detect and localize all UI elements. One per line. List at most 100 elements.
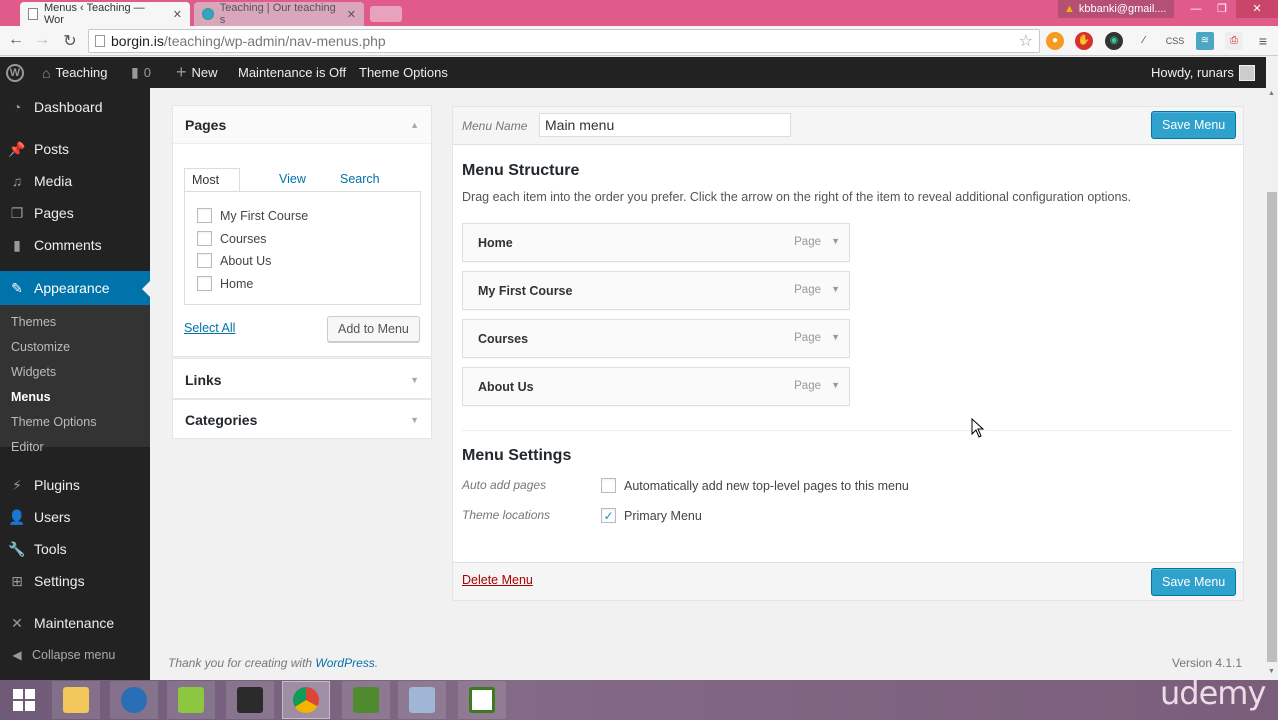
tab-most-recent[interactable]: Most Recent — [184, 168, 240, 209]
sidebar-item-settings[interactable]: ⊞ Settings — [0, 565, 150, 597]
submenu-customize[interactable]: Customize — [11, 340, 70, 354]
page-icon — [95, 35, 105, 47]
taskbar-chrome[interactable] — [282, 681, 330, 719]
taskbar-virtualbox[interactable] — [398, 681, 446, 719]
checkbox[interactable] — [197, 231, 212, 246]
submenu-editor[interactable]: Editor — [11, 440, 44, 454]
menu-name-input[interactable] — [539, 113, 791, 137]
windows-start-button[interactable] — [0, 681, 48, 719]
close-tab-icon[interactable]: ✕ — [347, 8, 356, 21]
maintenance-status-link[interactable]: Maintenance is Off — [238, 57, 346, 88]
plugin-icon: ⚡ — [12, 476, 22, 493]
browser-tab[interactable]: Teaching | Our teaching s ✕ — [194, 2, 364, 26]
taskbar-file-explorer[interactable] — [52, 681, 100, 719]
expand-arrow-icon[interactable]: ▼ — [831, 332, 840, 342]
reload-icon[interactable]: ↻ — [60, 31, 80, 51]
taskbar-thunderbird[interactable] — [110, 681, 158, 719]
chrome-menu-icon[interactable]: ≡ — [1254, 32, 1272, 50]
expand-down-icon[interactable]: ▼ — [410, 415, 419, 425]
tab-view-all[interactable]: View All — [272, 168, 313, 208]
new-tab-button[interactable] — [370, 6, 402, 22]
new-content-link[interactable]: + New — [176, 57, 218, 88]
sidebar-item-plugins[interactable]: ⚡ Plugins — [0, 469, 150, 501]
save-menu-button-bottom[interactable]: Save Menu — [1151, 568, 1237, 596]
select-all-link[interactable]: Select All — [184, 321, 235, 335]
collapse-menu-button[interactable]: ◀ Collapse menu — [0, 639, 150, 671]
taskbar-camtasia[interactable] — [342, 681, 390, 719]
scroll-down-icon[interactable]: ▼ — [1268, 668, 1275, 675]
pdf-icon[interactable]: ⎙ — [1225, 32, 1243, 50]
checkbox[interactable] — [197, 253, 212, 268]
close-window-icon[interactable]: ✕ — [1236, 0, 1278, 18]
user-account-menu[interactable]: Howdy, runars — [1151, 57, 1255, 88]
eyedropper-icon[interactable]: ⁄ — [1135, 32, 1153, 50]
expand-arrow-icon[interactable]: ▼ — [831, 284, 840, 294]
css-icon[interactable]: CSS — [1163, 32, 1187, 50]
menu-item-type: Page — [794, 236, 821, 248]
sidebar-item-tools[interactable]: 🔧 Tools — [0, 533, 150, 565]
sidebar-item-maintenance[interactable]: ✕ Maintenance — [0, 607, 150, 639]
scroll-up-icon[interactable]: ▲ — [1268, 90, 1275, 97]
sidebar-item-posts[interactable]: 📌 Posts — [0, 133, 150, 165]
back-icon[interactable]: ← — [6, 31, 26, 49]
sidebar-item-dashboard[interactable]: ◔ Dashboard — [0, 91, 150, 123]
minimize-icon[interactable]: — — [1182, 0, 1210, 18]
howdy-text: Howdy, runars — [1151, 65, 1234, 80]
add-to-menu-button[interactable]: Add to Menu — [327, 316, 420, 342]
bookmark-star-icon[interactable]: ☆ — [1019, 31, 1033, 51]
expand-arrow-icon[interactable]: ▼ — [831, 236, 840, 246]
forward-icon[interactable]: → — [32, 31, 52, 49]
close-tab-icon[interactable]: ✕ — [173, 8, 182, 21]
stop-icon[interactable]: ✋ — [1075, 32, 1093, 50]
primary-menu-option[interactable]: ✓ Primary Menu — [601, 508, 702, 523]
menu-item[interactable]: My First Course Page ▼ — [462, 271, 850, 310]
page-option[interactable]: About Us — [197, 253, 271, 268]
collapse-up-icon[interactable]: ▲ — [410, 120, 419, 130]
color-wheel-icon[interactable]: ◉ — [1105, 32, 1123, 50]
submenu-theme-options[interactable]: Theme Options — [11, 415, 96, 429]
save-menu-button[interactable]: Save Menu — [1151, 111, 1237, 139]
theme-options-link[interactable]: Theme Options — [359, 57, 448, 88]
page-scrollbar[interactable]: ▲ ▼ — [1266, 88, 1278, 680]
account-badge[interactable]: ▲ kbbanki@gmail.... — [1058, 0, 1174, 18]
submenu-themes[interactable]: Themes — [11, 315, 56, 329]
submenu-widgets[interactable]: Widgets — [11, 365, 56, 379]
auto-add-checkbox[interactable] — [601, 478, 616, 493]
submenu-menus[interactable]: Menus — [11, 390, 51, 404]
page-option[interactable]: Home — [197, 276, 253, 291]
taskbar-camtasia-recorder[interactable] — [458, 681, 506, 719]
site-name-link[interactable]: ⌂ Teaching — [42, 57, 108, 88]
checkbox[interactable] — [197, 276, 212, 291]
menu-item[interactable]: Courses Page ▼ — [462, 319, 850, 358]
sidebar-item-appearance[interactable]: ✎ Appearance — [0, 271, 150, 305]
checkbox[interactable] — [197, 208, 212, 223]
scroll-thumb[interactable] — [1267, 192, 1277, 662]
wave-icon[interactable]: ≋ — [1196, 32, 1214, 50]
delete-menu-link[interactable]: Delete Menu — [462, 573, 533, 587]
restore-icon[interactable]: ❐ — [1208, 0, 1236, 18]
taskbar-notepad-plus-plus[interactable] — [167, 681, 215, 719]
address-bar[interactable]: borgin.is/teaching/wp-admin/nav-menus.ph… — [88, 29, 1040, 53]
comments-link[interactable]: ▮ 0 — [131, 57, 151, 88]
links-accordion[interactable]: Links ▼ — [172, 358, 432, 399]
categories-accordion[interactable]: Categories ▼ — [172, 399, 432, 439]
tab-search[interactable]: Search — [333, 168, 387, 192]
wordpress-link[interactable]: WordPress — [315, 656, 374, 670]
primary-menu-checkbox[interactable]: ✓ — [601, 508, 616, 523]
sidebar-item-media[interactable]: ♫ Media — [0, 165, 150, 197]
menu-item[interactable]: About Us Page ▼ — [462, 367, 850, 406]
sidebar-item-users[interactable]: 👤 Users — [0, 501, 150, 533]
folder-icon — [63, 687, 89, 713]
auto-add-option[interactable]: Automatically add new top-level pages to… — [601, 478, 909, 493]
sidebar-item-pages[interactable]: ❐ Pages — [0, 197, 150, 229]
firefox-like-icon[interactable]: ● — [1046, 32, 1064, 50]
page-option[interactable]: My First Course — [197, 208, 308, 223]
page-option[interactable]: Courses — [197, 231, 267, 246]
wordpress-logo-icon[interactable]: W — [6, 57, 24, 88]
taskbar-powershell[interactable] — [226, 681, 274, 719]
browser-tab-active[interactable]: Menus ‹ Teaching — Wor ✕ — [20, 2, 190, 26]
menu-item[interactable]: Home Page ▼ — [462, 223, 850, 262]
sidebar-item-comments[interactable]: ▮ Comments — [0, 229, 150, 261]
expand-arrow-icon[interactable]: ▼ — [831, 380, 840, 390]
expand-down-icon[interactable]: ▼ — [410, 375, 419, 385]
